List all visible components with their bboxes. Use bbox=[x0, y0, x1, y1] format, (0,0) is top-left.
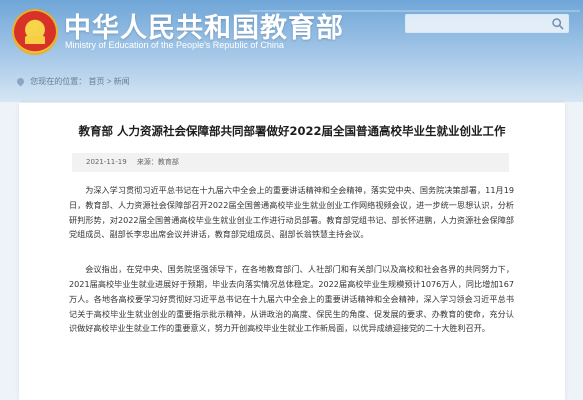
article-date: 2021-11-19 bbox=[86, 158, 127, 166]
search-box[interactable] bbox=[405, 14, 569, 33]
site-subtitle: Ministry of Education of the People's Re… bbox=[65, 40, 284, 50]
article-paragraph: 会议指出，在党中央、国务院坚强领导下，在各地教育部门、人社部门和有关部门以及高校… bbox=[69, 264, 514, 334]
breadcrumb-prefix: 您现在的位置： bbox=[30, 77, 87, 86]
location-icon bbox=[15, 76, 26, 87]
star-icon: ★ bbox=[27, 17, 42, 36]
search-input[interactable] bbox=[408, 17, 550, 32]
tiananmen-icon bbox=[25, 36, 45, 44]
article-body: 为深入学习贯彻习近平总书记在十九届六中全会上的重要讲话精神和全会精神，落实党中央… bbox=[69, 183, 514, 356]
article-source: 来源：教育部 bbox=[136, 158, 179, 166]
national-emblem-icon[interactable]: ★ bbox=[12, 9, 58, 55]
breadcrumb-separator: > bbox=[106, 77, 112, 86]
article-meta: 2021-11-19 来源：教育部 bbox=[72, 153, 509, 172]
search-icon[interactable] bbox=[551, 17, 565, 31]
article-paragraph: 为深入学习贯彻习近平总书记在十九届六中全会上的重要讲话精神和全会精神，落实党中央… bbox=[69, 185, 514, 240]
breadcrumb-news-link[interactable]: 新闻 bbox=[114, 77, 130, 86]
article-panel: 教育部 人力资源社会保障部共同部署做好2022届全国普通高校毕业生就业创业工作 … bbox=[19, 103, 565, 400]
article-title: 教育部 人力资源社会保障部共同部署做好2022届全国普通高校毕业生就业创业工作 bbox=[78, 124, 506, 138]
site-header: ★ 中华人民共和国教育部 Ministry of Education of th… bbox=[0, 0, 583, 102]
breadcrumb-home-link[interactable]: 首页 bbox=[88, 77, 104, 86]
breadcrumb: 您现在的位置： 首页 > 新闻 bbox=[15, 76, 130, 87]
